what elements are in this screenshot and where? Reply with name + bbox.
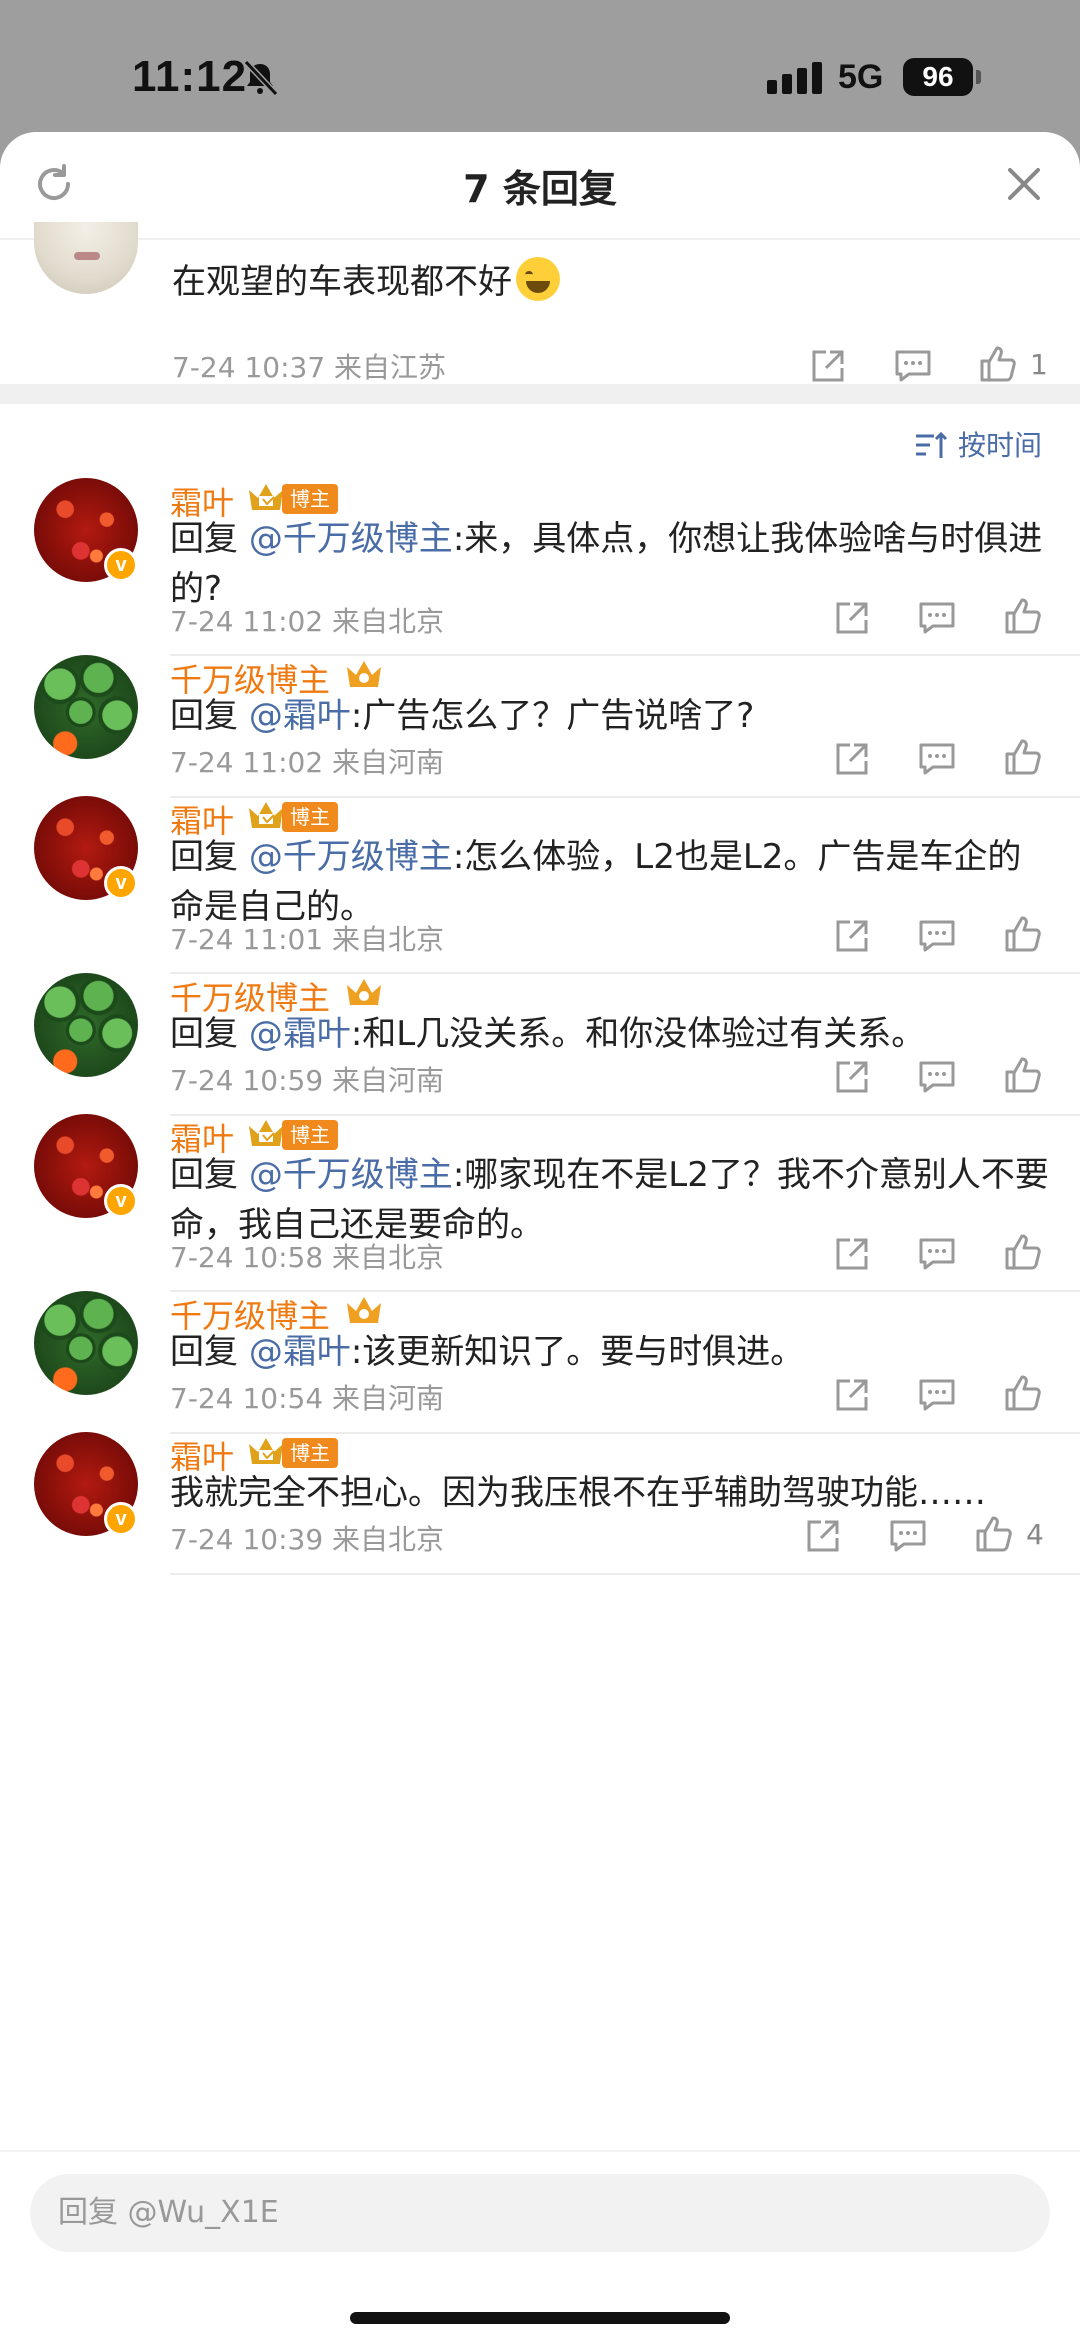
verified-v-icon: v [104, 548, 138, 582]
avatar[interactable] [34, 973, 138, 1077]
sort-by-time[interactable]: 按时间 [958, 424, 1042, 464]
reply-meta: 7-24 11:01 来自北京 [170, 923, 445, 956]
comment-icon[interactable] [917, 1057, 957, 1097]
like-count: 1 [1030, 348, 1048, 381]
crown-icon [249, 484, 283, 510]
thumbs-up-icon[interactable] [974, 1514, 1014, 1554]
battery-tip [976, 70, 981, 84]
mention-link[interactable]: @千万级博主 [249, 1155, 453, 1195]
thumbs-up-icon[interactable] [1003, 914, 1043, 954]
reply-text: 回复 @霜叶:广告怎么了？广告说啥了? [170, 696, 755, 736]
divider [170, 1114, 1080, 1116]
crown-icon [347, 979, 381, 1005]
reply-text: 回复 @霜叶:和L几没关系。和你没体验过有关系。 [170, 1014, 926, 1054]
avatar[interactable] [34, 1291, 138, 1395]
laughing-crying-emoji-icon [516, 257, 560, 301]
mention-link[interactable]: @千万级博主 [249, 519, 453, 559]
thumbs-up-icon[interactable] [1003, 1055, 1043, 1095]
divider [170, 796, 1080, 798]
verified-v-icon: v [104, 866, 138, 900]
section-gap [0, 384, 1080, 404]
thumbs-up-icon[interactable] [1003, 596, 1043, 636]
comment-icon[interactable] [893, 346, 933, 386]
divider [170, 1432, 1080, 1434]
reply-text: 我就完全不担心。因为我压根不在乎辅助驾驶功能…… [170, 1473, 986, 1513]
comment-icon[interactable] [917, 598, 957, 638]
comment-icon[interactable] [888, 1516, 928, 1556]
crown-icon [347, 661, 381, 687]
original-comment: 在观望的车表现都不好 7-24 10:37 来自江苏 1 [0, 222, 1080, 390]
crown-icon [249, 1120, 283, 1146]
status-time: 11:12 [132, 52, 248, 101]
sheet-title: 7 条回复 [463, 167, 617, 211]
comment-icon[interactable] [917, 739, 957, 779]
comment-meta: 7-24 10:37 来自江苏 [172, 351, 447, 384]
reply-meta: 7-24 10:59 来自河南 [170, 1064, 445, 1097]
thumbs-up-icon[interactable] [1003, 1373, 1043, 1413]
comment-icon[interactable] [917, 916, 957, 956]
thumbs-up-icon[interactable] [1003, 737, 1043, 777]
share-icon[interactable] [803, 1516, 843, 1556]
status-bar: 11:12 5G 96 [0, 0, 1080, 132]
share-icon[interactable] [832, 1234, 872, 1274]
share-icon[interactable] [832, 598, 872, 638]
reply-meta: 7-24 10:54 来自河南 [170, 1382, 445, 1415]
divider [170, 1573, 1080, 1575]
reply-input[interactable]: 回复 @Wu_X1E [30, 2174, 1050, 2252]
battery-level: 96 [903, 58, 973, 96]
replies-sheet: 7 条回复 在观望的车表现都不好 7-24 10:37 来自江苏 1 按时间 v… [0, 132, 1080, 2347]
crown-icon [249, 802, 283, 828]
share-icon[interactable] [832, 1057, 872, 1097]
reply-text: 回复 @霜叶:该更新知识了。要与时俱进。 [170, 1332, 805, 1372]
mention-link[interactable]: @霜叶 [249, 1014, 351, 1054]
signal-icon [767, 62, 822, 94]
blogger-tag: 博主 [282, 484, 338, 514]
crown-icon [249, 1438, 283, 1464]
bell-slash-icon [243, 59, 279, 97]
verified-v-icon: v [104, 1184, 138, 1218]
like-count: 4 [1026, 1518, 1044, 1551]
blogger-tag: 博主 [282, 1120, 338, 1150]
close-icon[interactable] [1006, 166, 1042, 202]
network-type: 5G [838, 58, 884, 96]
share-icon[interactable] [832, 916, 872, 956]
reply-meta: 7-24 11:02 来自河南 [170, 746, 445, 779]
crown-icon [347, 1297, 381, 1323]
mention-link[interactable]: @千万级博主 [249, 837, 453, 877]
thumbs-up-icon[interactable] [978, 344, 1018, 384]
reply-meta: 7-24 10:39 来自北京 [170, 1523, 445, 1556]
avatar[interactable] [34, 222, 138, 294]
blogger-tag: 博主 [282, 1438, 338, 1468]
verified-v-icon: v [104, 1502, 138, 1536]
share-icon[interactable] [808, 346, 848, 386]
sheet-header: 7 条回复 [0, 132, 1080, 240]
thumbs-up-icon[interactable] [1003, 1232, 1043, 1272]
avatar[interactable] [34, 655, 138, 759]
sort-icon[interactable] [914, 430, 948, 460]
mention-link[interactable]: @霜叶 [249, 696, 351, 736]
home-indicator[interactable] [350, 2312, 730, 2324]
comment-icon[interactable] [917, 1375, 957, 1415]
share-icon[interactable] [832, 1375, 872, 1415]
blogger-tag: 博主 [282, 802, 338, 832]
share-icon[interactable] [832, 739, 872, 779]
reply-meta: 7-24 11:02 来自北京 [170, 605, 445, 638]
comment-icon[interactable] [917, 1234, 957, 1274]
mention-link[interactable]: @霜叶 [249, 1332, 351, 1372]
reply-meta: 7-24 10:58 来自北京 [170, 1241, 445, 1274]
comment-text: 在观望的车表现都不好 [172, 254, 560, 303]
